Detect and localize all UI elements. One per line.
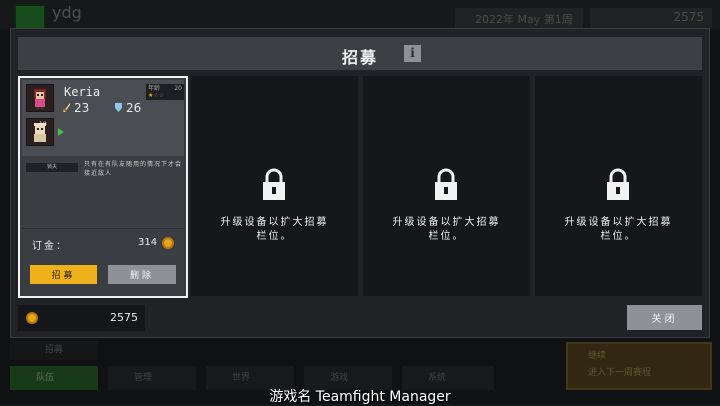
close-button[interactable]: 关闭 — [627, 305, 702, 330]
trait-description: 只有在有队友随用的情况下才会接近敌人 — [84, 161, 183, 177]
age-label: 年龄 — [148, 85, 161, 92]
locked-slot-line1: 升级设备以扩大招募 — [564, 217, 673, 228]
arrow-right-icon — [58, 128, 64, 136]
star-empty-icon: ☆☆ — [153, 92, 165, 99]
locked-slot-text: 升级设备以扩大招募 栏位。 — [535, 216, 702, 244]
locked-slot-text: 升级设备以扩大招募 栏位。 — [363, 216, 530, 244]
defense-value: 26 — [126, 101, 142, 115]
locked-slot-line1: 升级设备以扩大招募 — [220, 217, 329, 228]
shield-icon — [115, 103, 122, 112]
attack-value: 23 — [74, 101, 90, 115]
modal-header: 招募 i — [18, 37, 702, 70]
fee-label: 订金： — [32, 241, 68, 252]
locked-slot: 升级设备以扩大招募 栏位。 — [363, 76, 530, 296]
coin-balance-value: 2575 — [110, 311, 138, 324]
fee-value: 314 — [138, 237, 158, 248]
lock-icon — [435, 168, 457, 200]
candidate-card: Keria 23 26 年龄 20 ★☆☆ 10 锁夫 只有在有队友随用的情况下… — [18, 76, 188, 298]
locked-slot-line2: 栏位。 — [600, 231, 637, 242]
coin-icon — [162, 237, 174, 249]
age-box: 年龄 20 ★☆☆ — [146, 84, 184, 100]
locked-slot-line1: 升级设备以扩大招募 — [392, 217, 501, 228]
video-caption: 游戏名 Teamfight Manager — [269, 389, 451, 405]
candidate-header: Keria 23 26 年龄 20 ★☆☆ 10 — [22, 80, 184, 156]
lock-icon — [263, 168, 285, 200]
recruit-modal: 招募 i Keria 23 26 年龄 20 ★☆☆ 10 锁夫 只有在有队友随… — [10, 28, 710, 338]
delete-button[interactable]: 删除 — [108, 265, 176, 284]
locked-slot: 升级设备以扩大招募 栏位。 — [535, 76, 702, 296]
locked-slot-text: 升级设备以扩大招募 栏位。 — [191, 216, 358, 244]
sword-icon — [63, 103, 70, 112]
coach-level: 10 — [39, 121, 47, 128]
modal-title: 招募 — [341, 48, 378, 67]
trait-tag: 锁夫 — [26, 163, 78, 172]
coin-icon — [26, 312, 38, 324]
candidate-portrait — [26, 84, 54, 112]
lock-icon — [607, 168, 629, 200]
locked-slot-line2: 栏位。 — [256, 231, 293, 242]
locked-slot: 升级设备以扩大招募 栏位。 — [191, 76, 358, 296]
recruit-button[interactable]: 招募 — [30, 265, 97, 284]
age-value: 20 — [174, 85, 182, 92]
divider — [22, 228, 184, 229]
locked-slot-line2: 栏位。 — [428, 231, 465, 242]
info-icon[interactable]: i — [404, 45, 421, 62]
candidate-name: Keria — [64, 85, 101, 99]
coin-balance-box: 2575 — [18, 305, 145, 331]
